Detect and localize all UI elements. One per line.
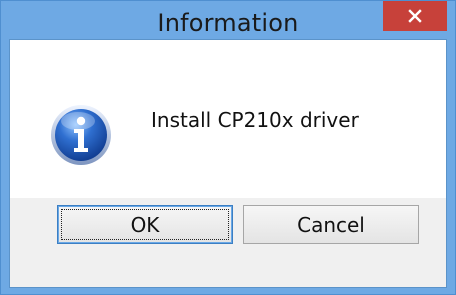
focus-rectangle [61, 209, 229, 240]
title-bar[interactable]: Information [1, 1, 455, 39]
cancel-button-label: Cancel [297, 212, 365, 237]
message-area: Install CP210x driver [10, 40, 446, 198]
cancel-button[interactable]: Cancel [243, 205, 419, 244]
ok-button[interactable]: OK [57, 205, 233, 244]
close-button[interactable] [383, 1, 447, 31]
dialog-window: Information Install CP210x driver OK Can… [0, 0, 456, 295]
close-icon [408, 9, 422, 23]
dialog-body: Install CP210x driver OK Cancel [9, 39, 447, 288]
information-icon [51, 105, 111, 165]
message-text: Install CP210x driver [151, 108, 359, 132]
